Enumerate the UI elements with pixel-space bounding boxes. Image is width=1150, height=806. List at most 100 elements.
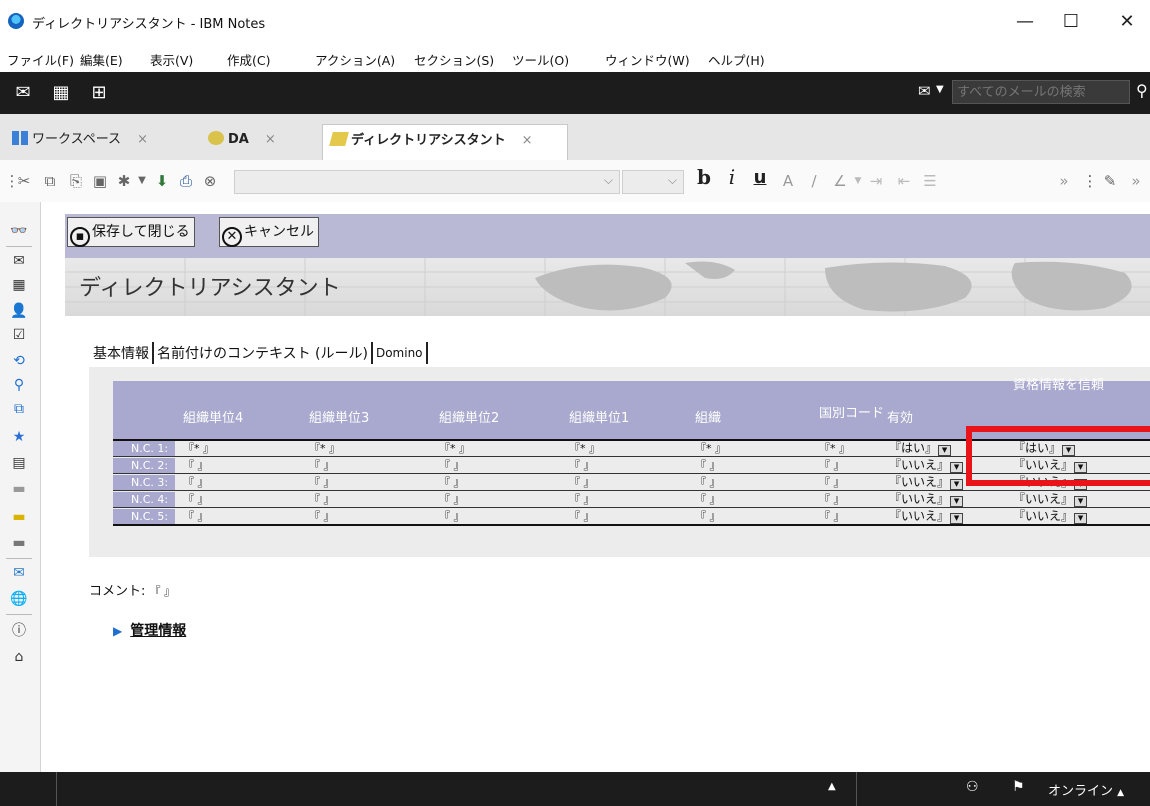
menu-section[interactable]: セクション(S) (414, 50, 494, 69)
home-icon[interactable]: ⌂ (10, 648, 28, 666)
table-cell[interactable]: 『* 』 (569, 442, 600, 455)
status-menu-up-icon[interactable]: ▲ (828, 781, 836, 792)
dropdown-arrow-icon[interactable]: ▼ (938, 445, 952, 456)
close-tab-icon[interactable]: × (522, 133, 533, 148)
location-glasses-icon[interactable]: ⚇ (966, 779, 979, 795)
chevron-down-icon[interactable]: ▼ (132, 171, 152, 191)
table-cell[interactable]: 『 』 (695, 510, 721, 523)
table-cell[interactable]: 『 』 (695, 459, 721, 472)
calendar-icon[interactable]: ▦ (50, 82, 72, 104)
table-cell[interactable]: 『 』 (569, 476, 595, 489)
save-close-button[interactable]: ▪ 保存して閉じる (67, 217, 195, 247)
menu-create[interactable]: 作成(C) (227, 50, 270, 69)
highlight-pen-icon[interactable]: ∕ (804, 171, 824, 191)
outdent-icon[interactable]: ⇤ (894, 171, 914, 191)
stop-icon[interactable]: ⊗ (200, 171, 220, 191)
chevron-down-icon[interactable]: ▼ (848, 171, 868, 191)
table-cell[interactable]: 『* 』 (183, 442, 214, 455)
menu-file[interactable]: ファイル(F) (7, 50, 74, 69)
paste-icon[interactable]: ⎘ (66, 171, 86, 191)
tab-workspace[interactable]: ワークスペース × (4, 124, 156, 160)
mail-icon[interactable]: ✉ (10, 252, 28, 270)
info-icon[interactable]: ⓘ (10, 622, 28, 640)
tab-basic-info[interactable]: 基本情報 (93, 346, 149, 362)
print-icon[interactable]: ⎙ (176, 171, 196, 191)
binoculars-icon[interactable]: 👓 (10, 222, 28, 240)
todo-icon[interactable]: ☑ (10, 326, 28, 344)
table-cell[interactable]: 『* 』 (439, 442, 470, 455)
dropdown-arrow-icon[interactable]: ▼ (950, 479, 964, 490)
chevron-down-icon[interactable]: ▼ (936, 84, 944, 95)
table-cell[interactable]: 『 』 (309, 476, 335, 489)
menu-window[interactable]: ウィンドウ(W) (605, 50, 690, 69)
mail-icon[interactable]: ✉ (12, 82, 34, 104)
enabled-dropdown[interactable]: 『いいえ』 ▼ (889, 459, 964, 473)
maximize-button[interactable]: ☐ (1048, 8, 1094, 36)
enabled-dropdown[interactable]: 『はい』 ▼ (889, 442, 952, 456)
table-cell[interactable]: 『 』 (309, 510, 335, 523)
new-icon[interactable]: ✱ (114, 171, 134, 191)
overflow-chevron-icon[interactable]: » (1126, 171, 1146, 191)
font-select[interactable]: ⌵ (234, 170, 620, 194)
dropdown-arrow-icon[interactable]: ▼ (1074, 496, 1088, 507)
dropdown-arrow-icon[interactable]: ▼ (950, 462, 964, 473)
table-cell[interactable]: 『* 』 (695, 442, 726, 455)
table-cell[interactable]: 『 』 (183, 476, 209, 489)
contacts-icon[interactable]: 👤 (10, 302, 28, 320)
dropdown-arrow-icon[interactable]: ▼ (1074, 513, 1088, 524)
comment-field[interactable]: コメント: 『 』 (89, 580, 175, 599)
enabled-dropdown[interactable]: 『いいえ』 ▼ (889, 476, 964, 490)
cut-icon[interactable]: ✂ (14, 171, 34, 191)
calendar-icon[interactable]: ▦ (10, 276, 28, 294)
table-cell[interactable]: 『 』 (439, 459, 465, 472)
globe-icon[interactable]: 🌐 (10, 590, 28, 608)
tab-domino[interactable]: Domino (376, 346, 423, 360)
table-cell[interactable]: 『 』 (439, 493, 465, 506)
cancel-button[interactable]: ✕ キャンセル (219, 217, 319, 247)
highlight-color-icon[interactable]: ∠ (830, 171, 850, 191)
indent-icon[interactable]: ⇥ (866, 171, 886, 191)
favorites-icon[interactable]: ★ (10, 428, 28, 446)
copy-icon[interactable]: ⧉ (40, 171, 60, 191)
menu-action[interactable]: アクション(A) (315, 50, 395, 69)
attachment-icon[interactable]: ✎ (1100, 171, 1120, 191)
comment-value[interactable]: 『 』 (150, 585, 176, 598)
table-cell[interactable]: 『 』 (183, 493, 209, 506)
sync-icon[interactable]: ⟲ (10, 352, 28, 370)
table-cell[interactable]: 『* 』 (819, 442, 850, 455)
close-window-button[interactable]: ✕ (1104, 8, 1150, 36)
text-color-icon[interactable]: A (778, 171, 798, 191)
mail-scope-icon[interactable]: ✉ (918, 82, 931, 100)
enabled-dropdown[interactable]: 『いいえ』 ▼ (889, 510, 964, 524)
table-cell[interactable]: 『 』 (819, 476, 845, 489)
table-cell[interactable]: 『 』 (183, 459, 209, 472)
table-cell[interactable]: 『 』 (569, 493, 595, 506)
table-cell[interactable]: 『 』 (309, 459, 335, 472)
paste-special-icon[interactable]: ▣ (90, 171, 110, 191)
online-status[interactable]: オンライン ▲ (1048, 780, 1124, 799)
table-cell[interactable]: 『 』 (819, 510, 845, 523)
replication-status-icon[interactable]: ⚑ (1012, 779, 1025, 795)
recent-folder-icon[interactable]: ▬ (10, 534, 28, 552)
notebook-icon[interactable]: ⚲ (10, 376, 28, 394)
table-cell[interactable]: 『* 』 (309, 442, 340, 455)
font-size-select[interactable]: ⌵ (622, 170, 684, 194)
table-cell[interactable]: 『 』 (569, 510, 595, 523)
folder-icon[interactable]: ▬ (10, 480, 28, 498)
table-cell[interactable]: 『 』 (309, 493, 335, 506)
menu-view[interactable]: 表示(V) (150, 50, 193, 69)
download-icon[interactable]: ⬇ (152, 171, 172, 191)
underline-button[interactable]: u (750, 168, 770, 188)
table-cell[interactable]: 『 』 (819, 493, 845, 506)
replication-icon[interactable]: ✉ (10, 564, 28, 582)
apps-grid-icon[interactable]: ⊞ (88, 82, 110, 104)
table-cell[interactable]: 『 』 (695, 493, 721, 506)
menu-help[interactable]: ヘルプ(H) (708, 50, 765, 69)
tab-directory-assistant[interactable]: ディレクトリアシスタント × (322, 124, 568, 161)
tab-da[interactable]: DA × (200, 124, 284, 160)
close-tab-icon[interactable]: × (265, 132, 276, 147)
menu-tools[interactable]: ツール(O) (512, 50, 569, 69)
expand-triangle-icon[interactable]: ▶ (113, 624, 122, 638)
table-cell[interactable]: 『 』 (183, 510, 209, 523)
table-cell[interactable]: 『 』 (695, 476, 721, 489)
